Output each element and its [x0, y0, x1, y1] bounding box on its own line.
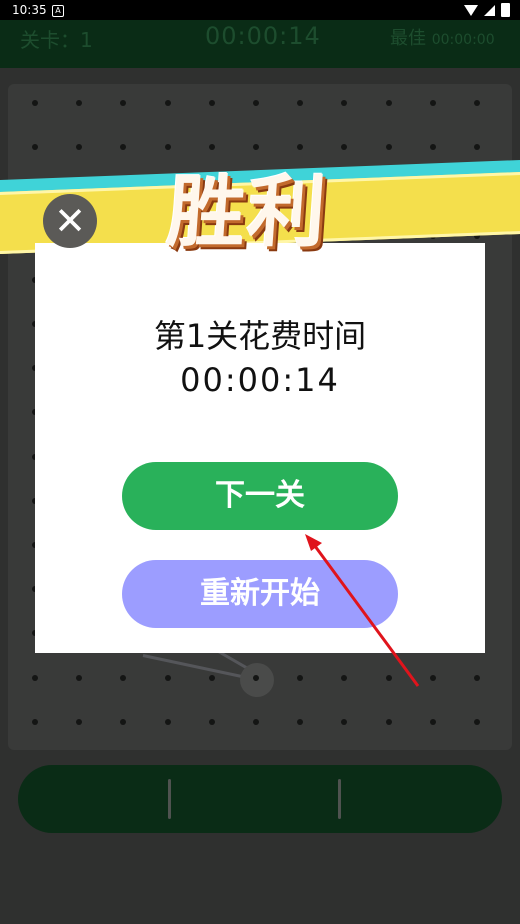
bottom-toolbar: [18, 765, 502, 833]
board-dot: [32, 718, 38, 725]
board-dot: [164, 100, 171, 106]
board-dot: [32, 144, 38, 151]
close-icon: ✕: [54, 199, 86, 243]
board-dot: [297, 718, 304, 725]
dialog-time: 00:00:14: [180, 361, 340, 399]
board-dot: [208, 100, 215, 106]
restart-button[interactable]: 重新开始: [122, 560, 398, 628]
board-dot: [120, 674, 127, 681]
board-dot: [385, 100, 392, 106]
level-label: 关卡：1: [20, 28, 93, 52]
board-dot: [341, 144, 348, 151]
status-icons: [464, 3, 510, 17]
board-dot: [76, 718, 83, 725]
board-dot: [385, 674, 392, 681]
cellular-icon: [484, 4, 495, 16]
board-dot: [253, 674, 259, 681]
board-dot: [474, 674, 480, 681]
board-dot: [164, 144, 171, 151]
best-score: 最佳 00:00:00: [390, 24, 495, 50]
best-time: 00:00:00: [431, 32, 495, 48]
next-level-button[interactable]: 下一关: [122, 462, 398, 530]
board-dot: [164, 674, 171, 681]
board-dot: [474, 100, 480, 106]
board-dot: [32, 100, 38, 106]
board-dot: [120, 100, 127, 106]
board-dot: [429, 100, 436, 106]
board-dot: [429, 144, 436, 151]
board-dot: [429, 718, 436, 725]
board-dot: [32, 674, 38, 681]
board-dot: [208, 718, 215, 725]
board-dot: [429, 674, 436, 681]
dialog-title: 第1关花费时间: [153, 317, 367, 355]
board-dot: [297, 100, 304, 106]
game-timer: 00:00:14: [205, 22, 321, 50]
battery-icon: [501, 3, 510, 17]
board-dot: [76, 100, 83, 106]
board-dot: [341, 718, 348, 725]
board-dot: [297, 674, 304, 681]
victory-title: 胜利: [164, 168, 331, 258]
status-time: 10:35: [12, 3, 47, 17]
toolbar-divider: [338, 779, 341, 819]
board-dot: [253, 718, 259, 725]
best-label: 最佳: [390, 28, 426, 49]
result-dialog: 第1关花费时间 00:00:14 下一关 重新开始: [35, 243, 485, 653]
board-dot: [385, 718, 392, 725]
board-dot: [164, 718, 171, 725]
board-dot: [76, 144, 83, 151]
board-dot: [385, 144, 392, 151]
notification-icon: A: [52, 5, 64, 17]
toolbar-divider: [168, 779, 171, 819]
status-bar: 10:35 A: [0, 0, 520, 20]
board-dot: [120, 718, 127, 725]
board-dot: [120, 144, 127, 151]
wifi-icon: [464, 4, 478, 16]
board-dot: [253, 100, 259, 106]
board-dot: [341, 100, 348, 106]
board-dot: [341, 674, 348, 681]
board-dot: [474, 718, 480, 725]
board-dot: [474, 144, 480, 151]
game-header: 关卡：1 00:00:14 最佳 00:00:00: [0, 20, 520, 68]
board-dot: [76, 674, 83, 681]
board-dot: [208, 674, 215, 681]
close-button[interactable]: ✕: [43, 194, 97, 248]
